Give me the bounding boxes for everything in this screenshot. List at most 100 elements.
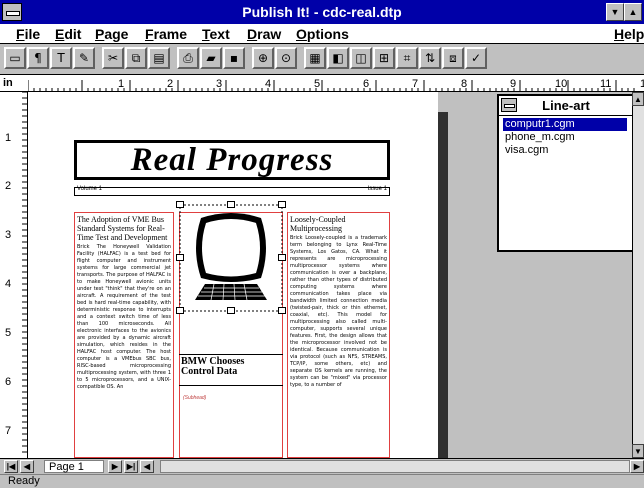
ruler-number: 3 xyxy=(5,229,12,241)
ruler-number: 11 xyxy=(600,78,612,90)
menu-help[interactable]: Help xyxy=(614,26,644,42)
pointer-tool-icon[interactable]: ▭ xyxy=(4,47,26,69)
horizontal-ruler: in 1 2 3 4 5 6 7 8 9 10 11 12 xyxy=(0,74,644,92)
resize-handle[interactable] xyxy=(176,307,184,314)
menu-options[interactable]: Options xyxy=(296,26,349,42)
menu-file[interactable]: File xyxy=(16,26,40,42)
resize-handle[interactable] xyxy=(278,254,286,261)
spell-check-icon[interactable]: ✓ xyxy=(465,47,487,69)
scissors-frame-icon[interactable]: ⌗ xyxy=(396,47,418,69)
ruler-number: 10 xyxy=(555,78,568,90)
layers-icon[interactable]: ⧈ xyxy=(442,47,464,69)
vertical-scrollbar[interactable]: ▲ ▼ xyxy=(632,92,644,458)
menu-draw[interactable]: Draw xyxy=(247,26,281,42)
ruler-number: 2 xyxy=(5,180,12,192)
scroll-down-arrow-icon[interactable]: ▼ xyxy=(632,444,644,458)
cut-icon[interactable]: ✂ xyxy=(102,47,124,69)
frame-tool-icon[interactable]: ▦ xyxy=(304,47,326,69)
zoom-in-icon[interactable]: ⊕ xyxy=(252,47,274,69)
menu-text[interactable]: Text xyxy=(202,26,230,42)
menu-bar: File Edit Page Frame Text Draw Options H… xyxy=(0,24,644,44)
save-disk-icon[interactable]: ▪ xyxy=(223,47,245,69)
toolbar: ▭ ¶ T ✎ ✂ ⧉ ▤ ⎙ ▰ ▪ ⊕ ⊙ ▦ ◧ ◫ ⊞ ⌗ ⇅ ⧈ ✓ xyxy=(0,44,644,74)
pencil-tool-icon[interactable]: ✎ xyxy=(73,47,95,69)
article-title: BMW Chooses Control Data xyxy=(181,356,245,377)
article-title: Loosely-Coupled Multiprocessing xyxy=(290,215,346,233)
resize-handle[interactable] xyxy=(227,201,235,208)
ruler-number: 5 xyxy=(5,327,12,339)
divider xyxy=(179,354,283,355)
text-frame-column-3[interactable]: Loosely-Coupled Multiprocessing Brick Lo… xyxy=(287,212,390,458)
scroll-right-arrow-icon[interactable]: ▶ xyxy=(630,460,644,473)
open-file-icon[interactable]: ▰ xyxy=(200,47,222,69)
minimize-button[interactable]: ▼ xyxy=(606,3,624,21)
page-navigation-bar: |◀ ◀ Page 1 ▶ ▶| ◀ ▶ xyxy=(0,458,644,474)
subhead-placeholder: (Subhead) xyxy=(183,395,207,401)
ruler-number: 12 xyxy=(640,78,644,90)
volume-issue-bar[interactable]: Volume 1 Issue 1 xyxy=(74,186,390,196)
title-bar: Publish It! - cdc-real.dtp ▼ ▲ xyxy=(0,0,644,24)
line-art-file-item[interactable]: computr1.cgm xyxy=(503,118,627,131)
status-text: Ready xyxy=(8,475,40,487)
previous-page-icon[interactable]: ◀ xyxy=(20,460,34,473)
text-tool-icon[interactable]: T xyxy=(50,47,72,69)
maximize-button[interactable]: ▲ xyxy=(624,3,642,21)
resize-handle[interactable] xyxy=(176,201,184,208)
resize-handle[interactable] xyxy=(278,307,286,314)
print-icon[interactable]: ⎙ xyxy=(177,47,199,69)
ruler-number: 7 xyxy=(412,78,419,90)
ruler-number: 2 xyxy=(167,78,174,90)
pages-tool-icon[interactable]: ⊞ xyxy=(373,47,395,69)
text-frame-column-1[interactable]: The Adoption of VME Bus Standard Systems… xyxy=(74,212,174,458)
layout-tool-icon[interactable]: ◧ xyxy=(327,47,349,69)
copy-icon[interactable]: ⧉ xyxy=(125,47,147,69)
scroll-left-arrow-icon[interactable]: ◀ xyxy=(140,460,154,473)
resize-handle[interactable] xyxy=(227,307,235,314)
window-title: Publish It! - cdc-real.dtp xyxy=(242,4,402,20)
line-art-file-item[interactable]: phone_m.cgm xyxy=(503,131,577,144)
ruler-number: 9 xyxy=(510,78,517,90)
ruler-number: 5 xyxy=(314,78,321,90)
vertical-ruler: 1 2 3 4 5 6 7 xyxy=(0,92,28,458)
ruler-number: 4 xyxy=(265,78,272,90)
divider xyxy=(179,385,283,386)
issue-label: Issue 1 xyxy=(367,186,387,192)
graphic-frame[interactable] xyxy=(176,201,286,314)
ruler-number: 7 xyxy=(5,425,12,437)
masthead-frame[interactable]: Real Progress xyxy=(74,140,390,180)
next-page-icon[interactable]: ▶ xyxy=(108,460,122,473)
article-body: Brick The Honeywell Validation Facility … xyxy=(77,244,171,390)
scroll-up-arrow-icon[interactable]: ▲ xyxy=(632,92,644,106)
horizontal-scrollbar[interactable] xyxy=(160,460,630,473)
paragraph-tool-icon[interactable]: ¶ xyxy=(27,47,49,69)
ruler-number: 1 xyxy=(118,78,125,90)
menu-page[interactable]: Page xyxy=(95,26,128,42)
ruler-number: 3 xyxy=(216,78,223,90)
page-number-field[interactable]: Page 1 xyxy=(44,460,104,473)
ruler-number: 1 xyxy=(5,132,12,144)
article-title: The Adoption of VME Bus Standard Systems… xyxy=(77,215,168,242)
resize-handle[interactable] xyxy=(176,254,184,261)
palette-title: Line-art xyxy=(499,96,633,116)
arrange-icon[interactable]: ⇅ xyxy=(419,47,441,69)
ruler-number: 6 xyxy=(363,78,370,90)
article-body: Brick Loosely-coupled is a trademark ter… xyxy=(290,235,387,388)
line-art-palette: Line-art computr1.cgm phone_m.cgm visa.c… xyxy=(497,94,635,252)
ruler-number: 8 xyxy=(461,78,468,90)
paste-icon[interactable]: ▤ xyxy=(148,47,170,69)
resize-handle[interactable] xyxy=(278,201,286,208)
columns-tool-icon[interactable]: ◫ xyxy=(350,47,372,69)
palette-menu-button[interactable] xyxy=(501,98,517,112)
line-art-file-item[interactable]: visa.cgm xyxy=(503,144,550,157)
status-bar: Ready xyxy=(0,474,644,488)
vertical-ruler-ticks xyxy=(22,92,27,453)
first-page-icon[interactable]: |◀ xyxy=(4,460,18,473)
page-shadow xyxy=(438,112,448,458)
zoom-page-icon[interactable]: ⊙ xyxy=(275,47,297,69)
computer-clipart-icon xyxy=(179,204,283,312)
ruler-number: 6 xyxy=(5,376,12,388)
menu-edit[interactable]: Edit xyxy=(55,26,81,42)
menu-frame[interactable]: Frame xyxy=(145,26,187,42)
ruler-unit-label: in xyxy=(3,77,13,89)
last-page-icon[interactable]: ▶| xyxy=(124,460,138,473)
